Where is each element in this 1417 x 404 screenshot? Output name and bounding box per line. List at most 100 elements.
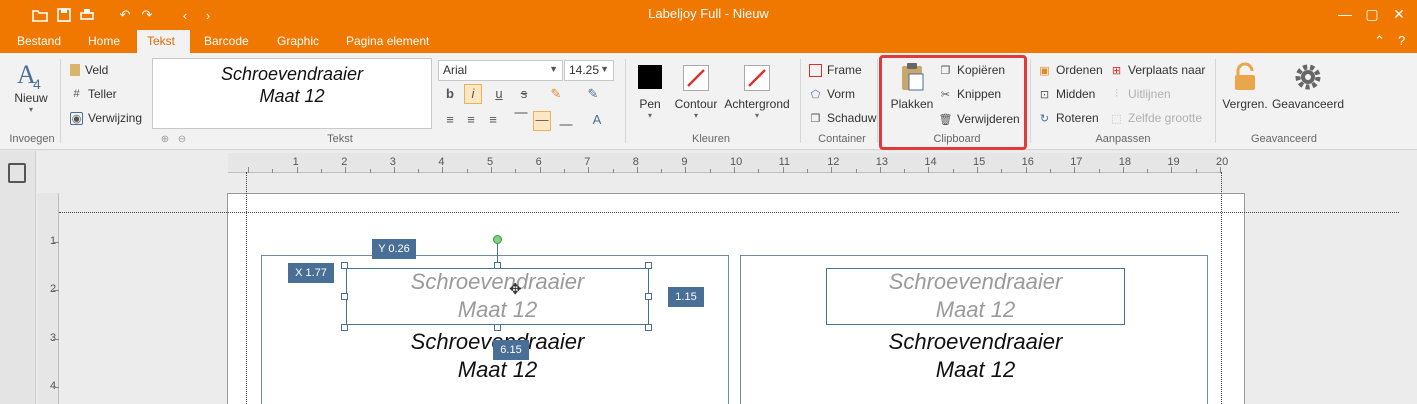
resize-handle-ne[interactable] — [645, 262, 652, 269]
ordenen-button[interactable]: ▣ Ordenen — [1038, 63, 1102, 77]
schaduw-button[interactable]: ❒ Schaduw — [809, 111, 877, 125]
preview-line-1: Schroevendraaier — [220, 64, 364, 84]
new-label: Nieuw — [14, 91, 48, 105]
shape-icon: ⬠ — [810, 88, 821, 101]
ruler-tick — [661, 169, 663, 173]
resize-handle-w[interactable] — [341, 293, 348, 300]
background-swatch-icon — [744, 65, 770, 91]
align-right-icon[interactable]: ≡ — [484, 112, 502, 127]
margin-guide-right — [1221, 172, 1222, 404]
margin-guide-left — [246, 172, 247, 404]
collapse-ribbon-icon[interactable]: ⌃ — [1374, 33, 1385, 49]
main-line-2: Maat 12 — [457, 357, 538, 382]
ruler-number: 3 — [50, 331, 57, 344]
vorm-button[interactable]: ⬠ Vorm — [809, 87, 855, 101]
tab-home[interactable]: Home — [78, 30, 130, 53]
uitlijnen-button[interactable]: ⫶ Uitlijnen — [1110, 87, 1171, 101]
ruler-number: 11 — [778, 156, 791, 168]
font-select[interactable]: Arial ▼ — [438, 60, 563, 81]
font-size-select[interactable]: 14.25 ▼ — [564, 60, 614, 81]
veld-button[interactable]: Veld — [70, 63, 108, 77]
resize-handle-s[interactable] — [494, 324, 501, 331]
maximize-icon[interactable]: ▢ — [1364, 6, 1380, 22]
main-text-2[interactable]: Schroevendraaier Maat 12 — [826, 328, 1125, 384]
teller-button[interactable]: # Teller — [70, 87, 116, 101]
frame-button[interactable]: Frame — [809, 63, 862, 77]
font-value: Arial — [443, 63, 468, 77]
highlight-icon[interactable]: ✎ — [547, 86, 565, 102]
verwijzing-button[interactable]: ◉ Verwijzing — [70, 111, 142, 125]
move-cursor-icon: ✥ — [509, 281, 522, 298]
text-effects-icon[interactable]: A — [588, 112, 606, 127]
ruler-tick — [734, 167, 735, 173]
background-color-button[interactable]: Achtergrond ▾ — [722, 65, 792, 120]
ghost-line-1: Schroevendraaier — [410, 269, 585, 294]
contour-color-button[interactable]: Contour ▾ — [673, 65, 719, 120]
ruler-tick — [1001, 169, 1003, 173]
italic-icon[interactable]: i — [464, 84, 482, 104]
zoom-out-icon[interactable]: ⊖ — [173, 134, 191, 145]
tab-barcode[interactable]: Barcode — [194, 30, 259, 53]
bold-icon[interactable]: b — [441, 86, 459, 101]
verplaats-naar-button[interactable]: ⊞ Verplaats naar — [1110, 63, 1206, 77]
vorm-label: Vorm — [827, 87, 856, 101]
rotate-stem — [497, 243, 498, 263]
ruler-tick — [782, 167, 784, 173]
main-line-1: Schroevendraaier — [888, 329, 1063, 354]
new-button[interactable]: A4 Nieuw ▾ — [10, 59, 52, 114]
menu-tabs: Bestand Home Tekst Barcode Graphic Pagin… — [0, 30, 1417, 53]
tab-graphic[interactable]: Graphic — [267, 30, 329, 53]
lock-button[interactable]: Vergren. — [1222, 61, 1268, 111]
roteren-button[interactable]: ↻ Roteren — [1038, 111, 1099, 125]
minimize-icon[interactable]: — — [1337, 6, 1353, 22]
chevron-down-icon: ▼ — [549, 64, 558, 74]
strikethrough-icon[interactable]: s — [515, 86, 533, 101]
advanced-button[interactable]: Geavanceerd — [1270, 61, 1346, 111]
horizontal-ruler: 1 2 3 4 5 6 7 8 9 10 11 12 13 14 15 16 17 18 19 20 — [228, 153, 1228, 173]
valign-middle-icon[interactable]: — — [533, 111, 551, 131]
tab-pagina-element[interactable]: Pagina element — [336, 30, 439, 53]
vergren-label: Vergren. — [1222, 97, 1268, 111]
align-center-icon[interactable]: ≡ — [462, 112, 480, 127]
midden-button[interactable]: ⊡ Midden — [1038, 87, 1095, 101]
valign-bottom-icon[interactable]: ⎽ — [557, 111, 575, 127]
text-color-icon[interactable]: ✎ — [584, 86, 602, 102]
valign-top-icon[interactable]: ⎺ — [512, 111, 530, 127]
ruler-tick — [248, 167, 249, 173]
preview-line-2: Maat 12 — [259, 86, 325, 106]
width-tag: 6.15 — [493, 340, 529, 360]
ruler-number: 17 — [1070, 156, 1083, 168]
center-icon: ⊡ — [1039, 88, 1050, 101]
margin-guide-top — [59, 212, 1399, 213]
resize-handle-se[interactable] — [645, 324, 652, 331]
align-icon: ⫶ — [1115, 87, 1118, 100]
main-line-2: Maat 12 — [935, 357, 1016, 382]
text-preview[interactable]: Schroevendraaier Maat 12 — [152, 58, 432, 129]
rotate-handle[interactable] — [493, 235, 502, 244]
tab-bestand[interactable]: Bestand — [7, 30, 71, 53]
pen-color-button[interactable]: Pen ▾ — [634, 65, 666, 120]
zelfde-grootte-button[interactable]: ⬚ Zelfde grootte — [1110, 111, 1202, 125]
resize-handle-sw[interactable] — [341, 324, 348, 331]
ruler-tick — [1025, 167, 1027, 173]
close-icon[interactable]: ✕ — [1391, 6, 1407, 22]
tab-tekst[interactable]: Tekst — [137, 30, 190, 53]
ribbon: A4 Nieuw ▾ Invoegen Veld # Teller ◉ Verw… — [0, 53, 1417, 150]
ruler-tick — [320, 169, 322, 173]
group-aanpassen: Aanpassen — [1095, 133, 1151, 145]
help-icon[interactable]: ? — [1398, 33, 1405, 48]
ruler-tick — [588, 167, 590, 173]
resize-handle-nw[interactable] — [341, 262, 348, 269]
underline-icon[interactable]: u — [490, 86, 508, 101]
layers-icon[interactable] — [8, 163, 26, 183]
frame-icon — [809, 63, 822, 77]
zoom-in-icon[interactable]: ⊕ — [156, 134, 174, 145]
chevron-down-icon: ▾ — [754, 111, 759, 120]
ghost-line-2: Maat 12 — [935, 297, 1016, 322]
side-panel — [0, 151, 36, 404]
reference-icon: ◉ — [70, 111, 83, 125]
align-left-icon[interactable]: ≡ — [441, 112, 459, 127]
resize-handle-n[interactable] — [494, 262, 501, 269]
roteren-label: Roteren — [1056, 111, 1099, 125]
resize-handle-e[interactable] — [645, 293, 652, 300]
